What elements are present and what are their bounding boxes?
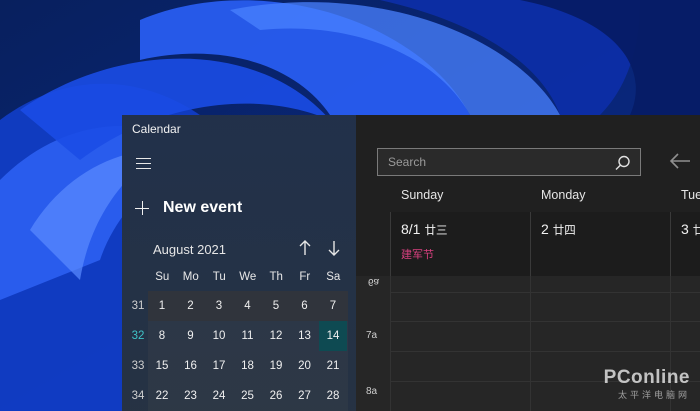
day-header-tuesday: Tue: [681, 188, 700, 202]
watermark-subtitle: 太平洋电脑网: [617, 390, 690, 400]
hour-label: 8a: [366, 386, 378, 397]
grid-line: [390, 292, 700, 293]
search-box[interactable]: Search: [377, 148, 641, 176]
mini-calendar-day[interactable]: 8: [148, 321, 176, 351]
mini-calendar-day[interactable]: 2: [177, 291, 205, 321]
mini-calendar-day[interactable]: 5: [262, 291, 290, 321]
mini-calendar-day[interactable]: 1: [148, 291, 176, 321]
mini-calendar-day[interactable]: 3: [205, 291, 233, 321]
mini-calendar-day[interactable]: 22: [148, 381, 176, 411]
grid-divider: [530, 276, 531, 411]
mini-calendar-day[interactable]: 16: [177, 351, 205, 381]
search-icon[interactable]: [614, 154, 632, 172]
back-arrow-icon[interactable]: [668, 151, 692, 171]
mini-calendar-day[interactable]: 17: [205, 351, 233, 381]
week-number: 31: [131, 300, 145, 312]
mini-calendar-day[interactable]: 14: [319, 321, 347, 351]
week-number: 33: [131, 360, 145, 372]
holiday-label[interactable]: 建军节: [401, 246, 434, 262]
mini-calendar-day[interactable]: 21: [319, 351, 347, 381]
plus-icon: [135, 201, 149, 215]
mini-calendar-day[interactable]: 19: [262, 351, 290, 381]
mini-calendar-day[interactable]: 25: [234, 381, 262, 411]
day-date: 3廿: [681, 221, 700, 237]
previous-month-arrow-icon[interactable]: [297, 239, 313, 257]
all-day-cell-monday[interactable]: 2 廿四: [530, 212, 670, 276]
navigation-pane: Calendar New event August 2021 Su Mo Tu We T…: [122, 115, 356, 411]
mini-calendar-day[interactable]: 15: [148, 351, 176, 381]
weekday-label: Th: [269, 271, 283, 283]
search-placeholder: Search: [388, 155, 427, 169]
weekday-label: Mo: [182, 271, 199, 283]
mini-calendar-day[interactable]: 4: [234, 291, 262, 321]
new-event-button[interactable]: New event: [135, 197, 242, 219]
all-day-cell-tuesday[interactable]: 3廿: [670, 212, 700, 276]
watermark-logo-text: PConline: [603, 367, 690, 388]
hamburger-menu-icon[interactable]: [136, 157, 152, 171]
weekday-label: Su: [155, 271, 170, 283]
week-number: 32: [131, 330, 145, 342]
weekday-label: Fr: [299, 271, 311, 283]
mini-calendar-day[interactable]: 13: [291, 321, 319, 351]
mini-calendar-day[interactable]: 6: [291, 291, 319, 321]
mini-calendar-day[interactable]: 7: [319, 291, 347, 321]
day-header-monday: Monday: [541, 188, 586, 202]
mini-calendar-day[interactable]: 20: [291, 351, 319, 381]
mini-calendar-day[interactable]: 12: [262, 321, 290, 351]
grid-line: [390, 321, 700, 322]
day-date: 2 廿四: [541, 221, 576, 237]
mini-calendar-day[interactable]: 18: [234, 351, 262, 381]
mini-calendar-month[interactable]: August 2021: [153, 242, 226, 257]
mini-calendar-day[interactable]: 27: [291, 381, 319, 411]
weekday-label: Tu: [212, 271, 226, 283]
hour-label: 7a: [366, 330, 378, 341]
grid-divider: [390, 276, 391, 411]
next-month-arrow-icon[interactable]: [326, 239, 342, 257]
week-number: 34: [131, 390, 145, 402]
mini-calendar-day[interactable]: 24: [205, 381, 233, 411]
grid-line: [390, 351, 700, 352]
weekday-label: Sa: [326, 271, 341, 283]
mini-calendar-day[interactable]: 10: [205, 321, 233, 351]
mini-calendar-day[interactable]: 28: [319, 381, 347, 411]
app-title: Calendar: [132, 122, 181, 136]
day-date: 8/1 廿三: [401, 221, 448, 237]
new-event-label: New event: [163, 199, 243, 216]
hour-label: 6a: [368, 276, 380, 287]
all-day-cell-sunday[interactable]: 8/1 廿三 建军节: [390, 212, 530, 276]
weekday-header-row: Su Mo Tu We Th Fr Sa: [148, 271, 348, 283]
mini-calendar-day[interactable]: 26: [262, 381, 290, 411]
watermark-logo: PConline 太平洋电脑网: [604, 367, 690, 401]
mini-calendar-day[interactable]: 23: [177, 381, 205, 411]
mini-calendar-day[interactable]: 9: [177, 321, 205, 351]
mini-calendar-day[interactable]: 11: [234, 321, 262, 351]
day-header-sunday: Sunday: [401, 188, 444, 202]
weekday-label: We: [239, 271, 257, 283]
